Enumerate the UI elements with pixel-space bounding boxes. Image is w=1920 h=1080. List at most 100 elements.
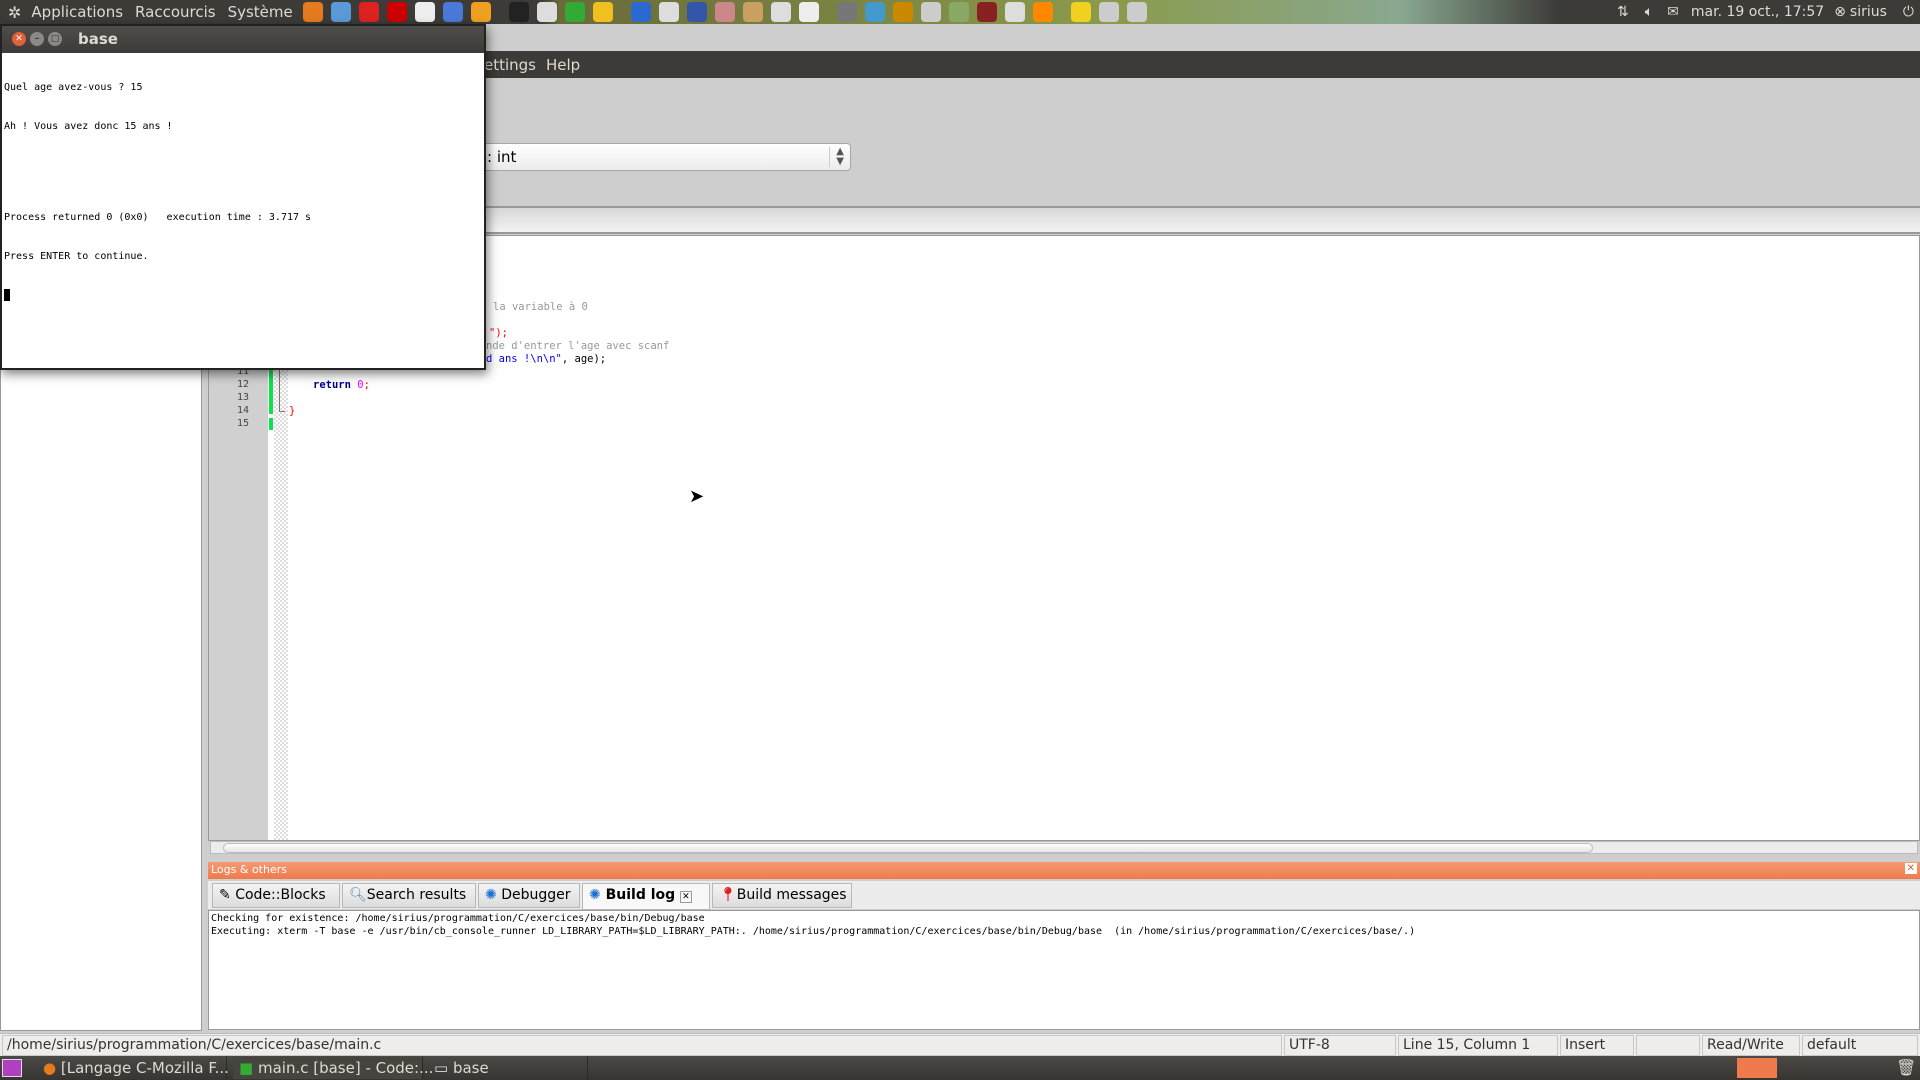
status-encoding: UTF-8 xyxy=(1284,1035,1396,1056)
menu-raccourcis[interactable]: Raccourcis xyxy=(129,3,222,21)
workspace-switcher[interactable] xyxy=(1737,1058,1777,1078)
trash-icon[interactable]: 🗑︎ xyxy=(1896,1058,1916,1077)
code-line-9: nde d'entrer l'age avec scanf xyxy=(486,340,670,352)
tab-debugger[interactable]: ✺ Debugger xyxy=(478,883,580,908)
line-number: 13 xyxy=(236,392,249,403)
tab-search-results[interactable]: 🔍︎Search results xyxy=(342,883,476,908)
codeblocks-icon: ■ xyxy=(239,1059,254,1077)
firefox-icon: ● xyxy=(43,1059,57,1077)
editor-icon[interactable] xyxy=(414,2,435,22)
opera-icon[interactable] xyxy=(358,2,379,22)
log-line: Executing: xterm -T base -e /usr/bin/cb_… xyxy=(211,926,1416,937)
show-desktop-icon[interactable] xyxy=(2,1059,22,1077)
pin-icon: 📍︎ xyxy=(719,887,737,903)
user-name[interactable]: sirius xyxy=(1850,4,1887,20)
close-icon[interactable]: ✕ xyxy=(1904,863,1917,874)
code-line-6: la variable à 0 xyxy=(493,301,588,313)
firefox-icon[interactable] xyxy=(302,2,323,22)
top-panel: ✲ Applications Raccourcis Système ⇅ 🔈︎ ✉… xyxy=(0,0,1920,24)
vlc-icon[interactable] xyxy=(1032,2,1053,22)
status-position: Line 15, Column 1 xyxy=(1398,1035,1558,1056)
globe-icon[interactable] xyxy=(686,2,707,22)
horizontal-scrollbar[interactable] xyxy=(210,841,1918,854)
status-bar: /home/sirius/programmation/C/exercices/b… xyxy=(0,1033,1920,1056)
network-icon[interactable]: ⇅ xyxy=(1617,4,1629,20)
maximize-window-icon[interactable]: □ xyxy=(48,32,62,46)
xchat-icon[interactable] xyxy=(470,2,491,22)
tab-codeblocks[interactable]: ✎ Code::Blocks xyxy=(212,883,340,908)
function-combo[interactable]: : int ▲ ▼ xyxy=(485,143,851,171)
mouse-cursor-icon: ➤ xyxy=(689,486,705,507)
pencil-icon: ✎ xyxy=(219,887,231,903)
taskbar-item-codeblocks[interactable]: ■ main.c [base] - Code:... xyxy=(233,1057,433,1079)
qbittorrent-icon[interactable] xyxy=(442,2,463,22)
filezilla-icon[interactable] xyxy=(386,2,407,22)
paint-icon[interactable] xyxy=(892,2,913,22)
close-window-icon[interactable]: ✕ xyxy=(12,32,26,46)
tab-build-log[interactable]: ✺ Build log ✕ xyxy=(582,883,710,910)
menu-systeme[interactable]: Système xyxy=(222,3,299,21)
script-icon[interactable] xyxy=(1126,2,1147,22)
archive-icon[interactable] xyxy=(742,2,763,22)
kde-icon[interactable] xyxy=(630,2,651,22)
terminal-icon[interactable] xyxy=(508,2,529,22)
ubuntu-logo-icon[interactable]: ✲ xyxy=(8,3,21,22)
gear-icon: ✺ xyxy=(485,887,497,903)
terminal-line: Quel age avez-vous ? 15 xyxy=(4,82,143,93)
codeblocks-icon[interactable] xyxy=(564,2,585,22)
radio-icon[interactable] xyxy=(976,2,997,22)
terminal-title: base xyxy=(78,30,118,48)
line-number: 12 xyxy=(236,379,249,390)
menu-help[interactable]: Help xyxy=(546,56,580,74)
font-icon[interactable] xyxy=(714,2,735,22)
function-combo-value: : int xyxy=(487,148,517,166)
code-line-10: d ans !\n\n", age); xyxy=(486,353,607,365)
bottom-taskbar: ● [Langage C-Mozilla F... ■ main.c [base… xyxy=(0,1056,1920,1080)
terminal-titlebar[interactable]: ✕ – □ base xyxy=(2,26,484,53)
chart-icon[interactable] xyxy=(798,2,819,22)
gimp-icon[interactable] xyxy=(836,2,857,22)
status-mode: Insert xyxy=(1560,1035,1634,1056)
line-number: 15 xyxy=(236,418,249,429)
code-line-8: "); xyxy=(489,327,508,339)
power-icon[interactable]: ⏻ xyxy=(1903,4,1914,20)
mail-icon[interactable]: ✉ xyxy=(1667,4,1679,20)
disk-icon[interactable] xyxy=(1004,2,1025,22)
status-access: Read/Write xyxy=(1702,1035,1800,1056)
brushes-icon[interactable] xyxy=(920,2,941,22)
logs-title: Logs & others xyxy=(211,863,287,876)
status-file-path: /home/sirius/programmation/C/exercices/b… xyxy=(2,1035,1282,1056)
terminal-output[interactable]: Quel age avez-vous ? 15 Ah ! Vous avez d… xyxy=(4,55,311,327)
tex-icon[interactable] xyxy=(658,2,679,22)
clock[interactable]: mar. 19 oct., 17:57 xyxy=(1691,4,1824,20)
notes-icon[interactable] xyxy=(1070,2,1091,22)
python-icon[interactable] xyxy=(592,2,613,22)
status-profile: default xyxy=(1802,1035,1918,1056)
menu-applications[interactable]: Applications xyxy=(25,3,129,21)
terminal-window[interactable]: ✕ – □ base Quel age avez-vous ? 15 Ah ! … xyxy=(0,24,486,370)
terminal-line: Ah ! Vous avez donc 15 ans ! xyxy=(4,121,173,132)
terminal-line: Process returned 0 (0x0) execution time … xyxy=(4,212,312,223)
gedit-icon[interactable] xyxy=(536,2,557,22)
code-line-14: } xyxy=(289,405,296,417)
window-icon: ▭ xyxy=(434,1059,449,1077)
change-bar xyxy=(269,418,273,430)
gears-icon[interactable] xyxy=(1098,2,1119,22)
music-icon[interactable] xyxy=(948,2,969,22)
menu-settings[interactable]: ettings xyxy=(484,56,536,74)
settings-icon[interactable] xyxy=(330,2,351,22)
tab-build-messages[interactable]: 📍︎Build messages xyxy=(712,883,852,908)
log-line: Checking for existence: /home/sirius/pro… xyxy=(211,913,705,924)
build-log-output[interactable]: Checking for existence: /home/sirius/pro… xyxy=(208,910,1920,1030)
volume-icon[interactable]: 🔈︎ xyxy=(1645,4,1653,20)
taskbar-item-base[interactable]: ▭ base xyxy=(428,1057,588,1079)
user-status-icon[interactable]: ⊗ xyxy=(1834,4,1846,20)
taskbar-item-firefox[interactable]: ● [Langage C-Mozilla F... xyxy=(37,1057,229,1079)
logs-tabs: ✎ Code::Blocks 🔍︎Search results ✺ Debugg… xyxy=(208,881,1920,910)
photos-icon[interactable] xyxy=(864,2,885,22)
gear-icon: ✺ xyxy=(589,887,601,903)
scrollbar-thumb[interactable] xyxy=(223,843,1593,853)
minimize-window-icon[interactable]: – xyxy=(30,32,44,46)
geometry-icon[interactable] xyxy=(770,2,791,22)
tab-close-icon[interactable]: ✕ xyxy=(680,891,692,903)
